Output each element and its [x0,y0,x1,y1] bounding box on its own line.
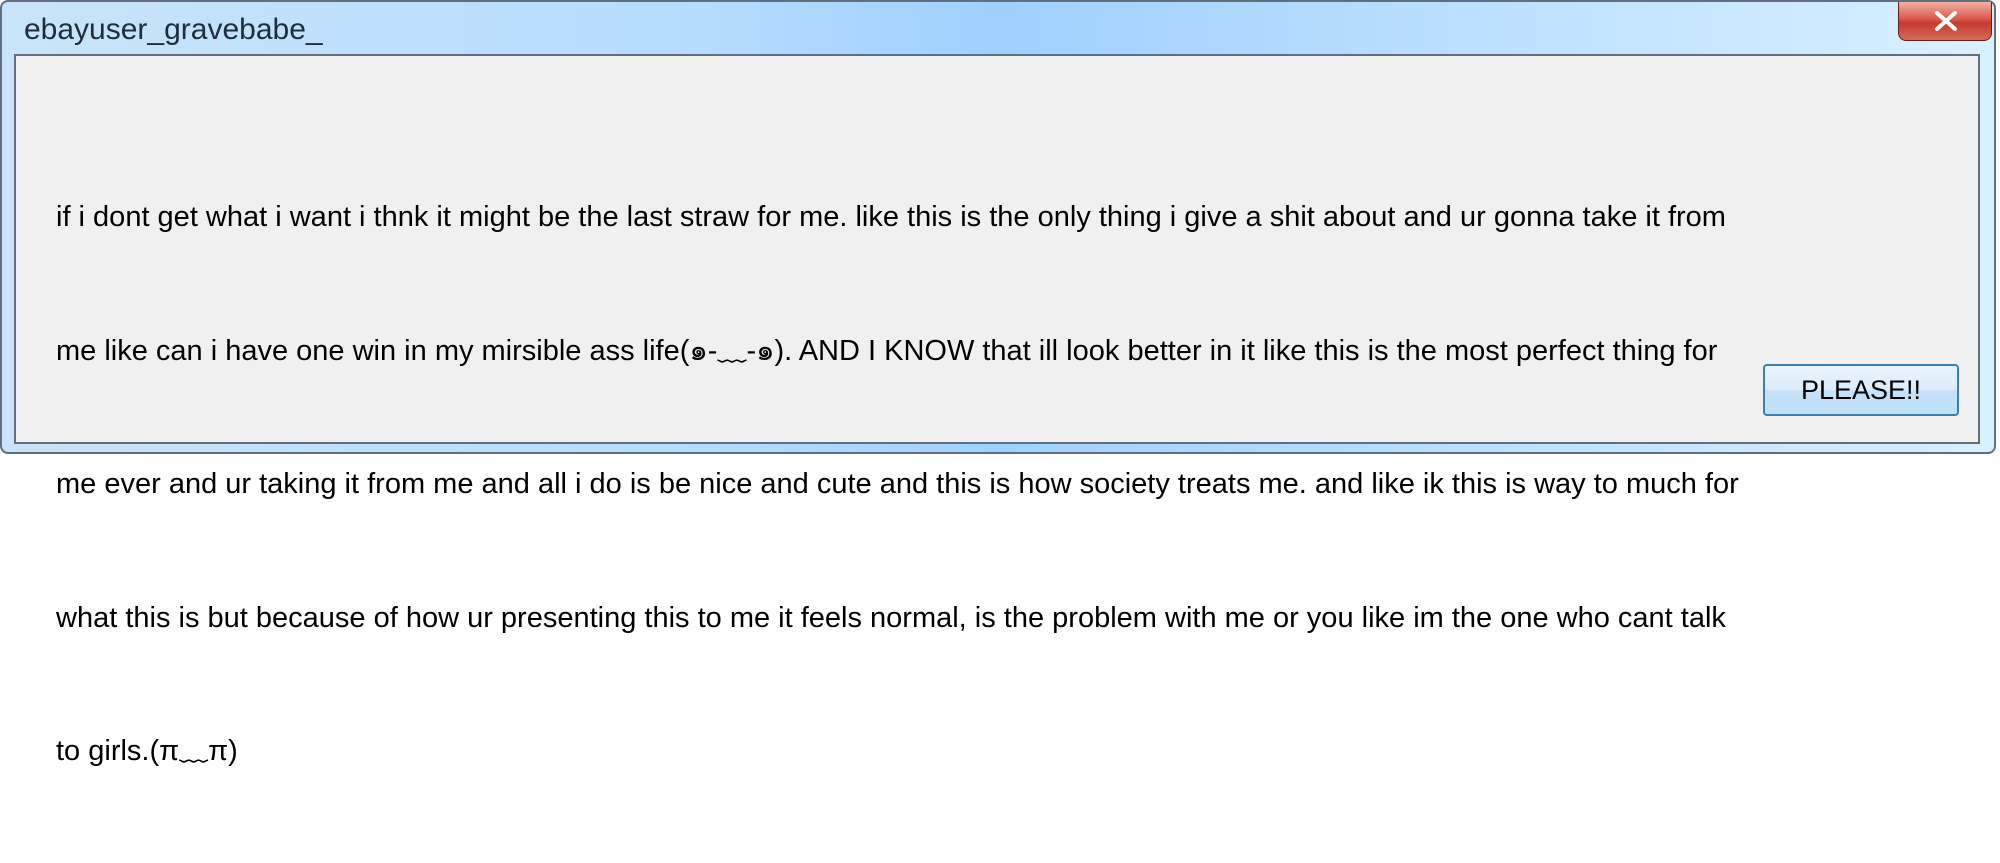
close-button[interactable] [1898,2,1992,41]
message-line: if i dont get what i want i thnk it migh… [56,201,1726,233]
title-bar[interactable]: ebayuser_gravebabe_ [2,2,1994,54]
message-line: what this is but because of how ur prese… [56,601,1726,634]
message-line: to girls.(π﹏π) [56,735,238,767]
dialog-window: ebayuser_gravebabe_ if i dont get what i… [0,0,1996,767]
please-button[interactable]: PLEASE!! [1763,364,1959,416]
close-x-icon [1935,11,1957,31]
window-title: ebayuser_gravebabe_ [24,13,323,46]
message-line: me ever and ur taking it from me and all… [56,468,1739,500]
dialog-message: if i dont get what i want i thnk it migh… [56,106,1956,863]
dialog-content: if i dont get what i want i thnk it migh… [14,54,1980,767]
message-line: me like can i have one win in my mirsibl… [56,334,1718,367]
